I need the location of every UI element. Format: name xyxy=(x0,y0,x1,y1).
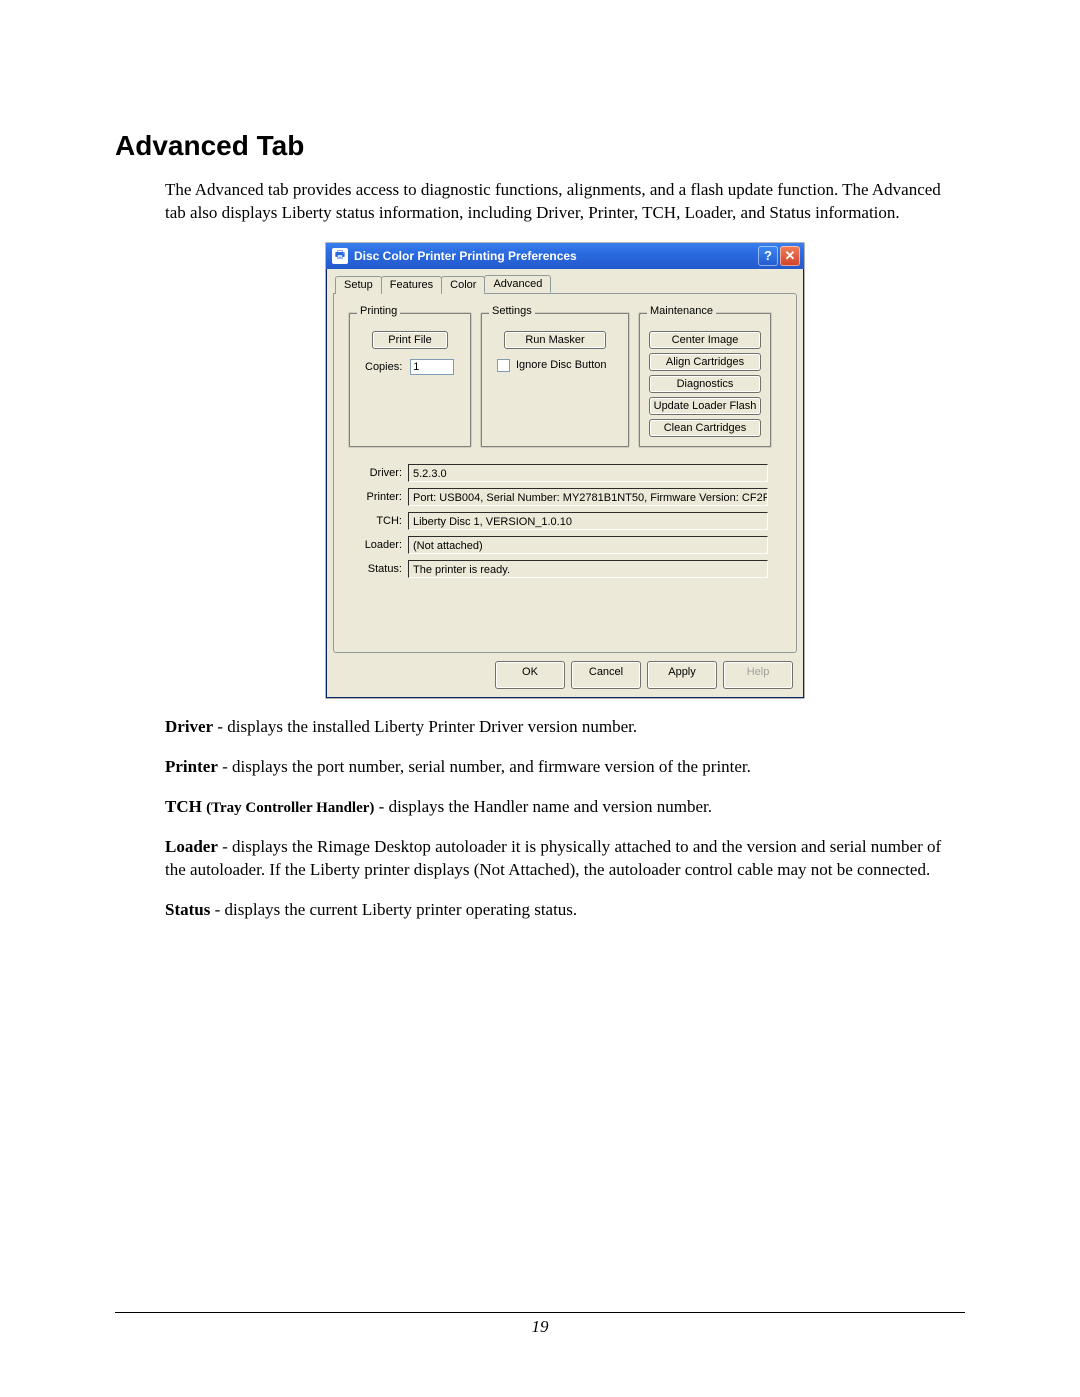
run-masker-button[interactable]: Run Masker xyxy=(504,331,606,349)
info-row-status: Status: The printer is ready. xyxy=(348,560,782,578)
loader-label: Loader: xyxy=(348,539,408,551)
update-loader-flash-button[interactable]: Update Loader Flash xyxy=(649,397,761,415)
printer-icon: 🖶 xyxy=(332,248,348,264)
info-row-loader: Loader: (Not attached) xyxy=(348,536,782,554)
desc-printer-text: - displays the port number, serial numbe… xyxy=(218,757,751,776)
tab-panel-advanced: Printing Print File Copies: Settings Run… xyxy=(333,293,797,653)
dialog-window: 🖶 Disc Color Printer Printing Preference… xyxy=(326,243,804,698)
center-image-button[interactable]: Center Image xyxy=(649,331,761,349)
group-printing-legend: Printing xyxy=(357,305,400,317)
printer-label: Printer: xyxy=(348,491,408,503)
ok-button[interactable]: OK xyxy=(495,661,565,689)
group-maintenance: Maintenance Center Image Align Cartridge… xyxy=(638,312,772,448)
info-row-printer: Printer: Port: USB004, Serial Number: MY… xyxy=(348,488,782,506)
tch-label: TCH: xyxy=(348,515,408,527)
tab-features[interactable]: Features xyxy=(381,276,442,294)
page: Advanced Tab The Advanced tab provides a… xyxy=(0,0,1080,1397)
close-icon[interactable]: ✕ xyxy=(780,246,800,266)
desc-tch-term: TCH xyxy=(165,797,206,816)
desc-printer-term: Printer xyxy=(165,757,218,776)
clean-cartridges-button[interactable]: Clean Cartridges xyxy=(649,419,761,437)
loader-value: (Not attached) xyxy=(408,536,768,554)
title-bar-text: Disc Color Printer Printing Preferences xyxy=(354,249,756,263)
tab-color[interactable]: Color xyxy=(441,276,485,294)
status-value: The printer is ready. xyxy=(408,560,768,578)
desc-status: Status - displays the current Liberty pr… xyxy=(165,899,965,922)
title-bar-buttons: ? ✕ xyxy=(756,243,802,269)
group-settings-legend: Settings xyxy=(489,305,535,317)
intro-paragraph: The Advanced tab provides access to diag… xyxy=(165,179,965,225)
copies-row: Copies: xyxy=(365,359,461,375)
desc-tch-term2: (Tray Controller Handler) xyxy=(206,800,374,816)
printer-value: Port: USB004, Serial Number: MY2781B1NT5… xyxy=(408,488,768,506)
cancel-button[interactable]: Cancel xyxy=(571,661,641,689)
print-file-button[interactable]: Print File xyxy=(372,331,448,349)
info-row-tch: TCH: Liberty Disc 1, VERSION_1.0.10 xyxy=(348,512,782,530)
tch-value: Liberty Disc 1, VERSION_1.0.10 xyxy=(408,512,768,530)
group-maintenance-legend: Maintenance xyxy=(647,305,716,317)
info-row-driver: Driver: 5.2.3.0 xyxy=(348,464,782,482)
diagnostics-button[interactable]: Diagnostics xyxy=(649,375,761,393)
screenshot-container: 🖶 Disc Color Printer Printing Preference… xyxy=(165,243,965,698)
desc-loader: Loader - displays the Rimage Desktop aut… xyxy=(165,836,965,882)
desc-loader-term: Loader xyxy=(165,837,218,856)
help-button[interactable]: Help xyxy=(723,661,793,689)
ignore-disc-label: Ignore Disc Button xyxy=(516,359,607,371)
dialog-button-row: OK Cancel Apply Help xyxy=(333,653,797,691)
dialog-body: Setup Features Color Advanced Printing P… xyxy=(326,269,804,698)
page-heading: Advanced Tab xyxy=(115,130,965,162)
copies-label: Copies: xyxy=(365,361,402,373)
desc-driver-term: Driver xyxy=(165,717,213,736)
copies-input[interactable] xyxy=(410,359,454,375)
group-row: Printing Print File Copies: Settings Run… xyxy=(348,312,782,448)
desc-status-text: - displays the current Liberty printer o… xyxy=(210,900,577,919)
group-printing: Printing Print File Copies: xyxy=(348,312,472,448)
desc-tch-text: - displays the Handler name and version … xyxy=(374,797,712,816)
title-bar: 🖶 Disc Color Printer Printing Preference… xyxy=(326,243,804,269)
desc-status-term: Status xyxy=(165,900,210,919)
page-number: 19 xyxy=(532,1317,549,1336)
driver-label: Driver: xyxy=(348,467,408,479)
desc-tch: TCH (Tray Controller Handler) - displays… xyxy=(165,796,965,819)
page-footer: 19 xyxy=(115,1312,965,1337)
desc-loader-text: - displays the Rimage Desktop autoloader… xyxy=(165,837,941,879)
group-settings: Settings Run Masker Ignore Disc Button xyxy=(480,312,630,448)
tab-setup[interactable]: Setup xyxy=(335,276,382,294)
status-label: Status: xyxy=(348,563,408,575)
align-cartridges-button[interactable]: Align Cartridges xyxy=(649,353,761,371)
ignore-disc-row: Ignore Disc Button xyxy=(491,359,619,372)
desc-printer: Printer - displays the port number, seri… xyxy=(165,756,965,779)
desc-driver: Driver - displays the installed Liberty … xyxy=(165,716,965,739)
info-rows: Driver: 5.2.3.0 Printer: Port: USB004, S… xyxy=(348,464,782,578)
help-icon[interactable]: ? xyxy=(758,246,778,266)
tab-strip: Setup Features Color Advanced xyxy=(333,275,797,293)
apply-button[interactable]: Apply xyxy=(647,661,717,689)
tab-advanced[interactable]: Advanced xyxy=(484,275,551,293)
desc-driver-text: - displays the installed Liberty Printer… xyxy=(213,717,637,736)
driver-value: 5.2.3.0 xyxy=(408,464,768,482)
ignore-disc-checkbox[interactable] xyxy=(497,359,510,372)
